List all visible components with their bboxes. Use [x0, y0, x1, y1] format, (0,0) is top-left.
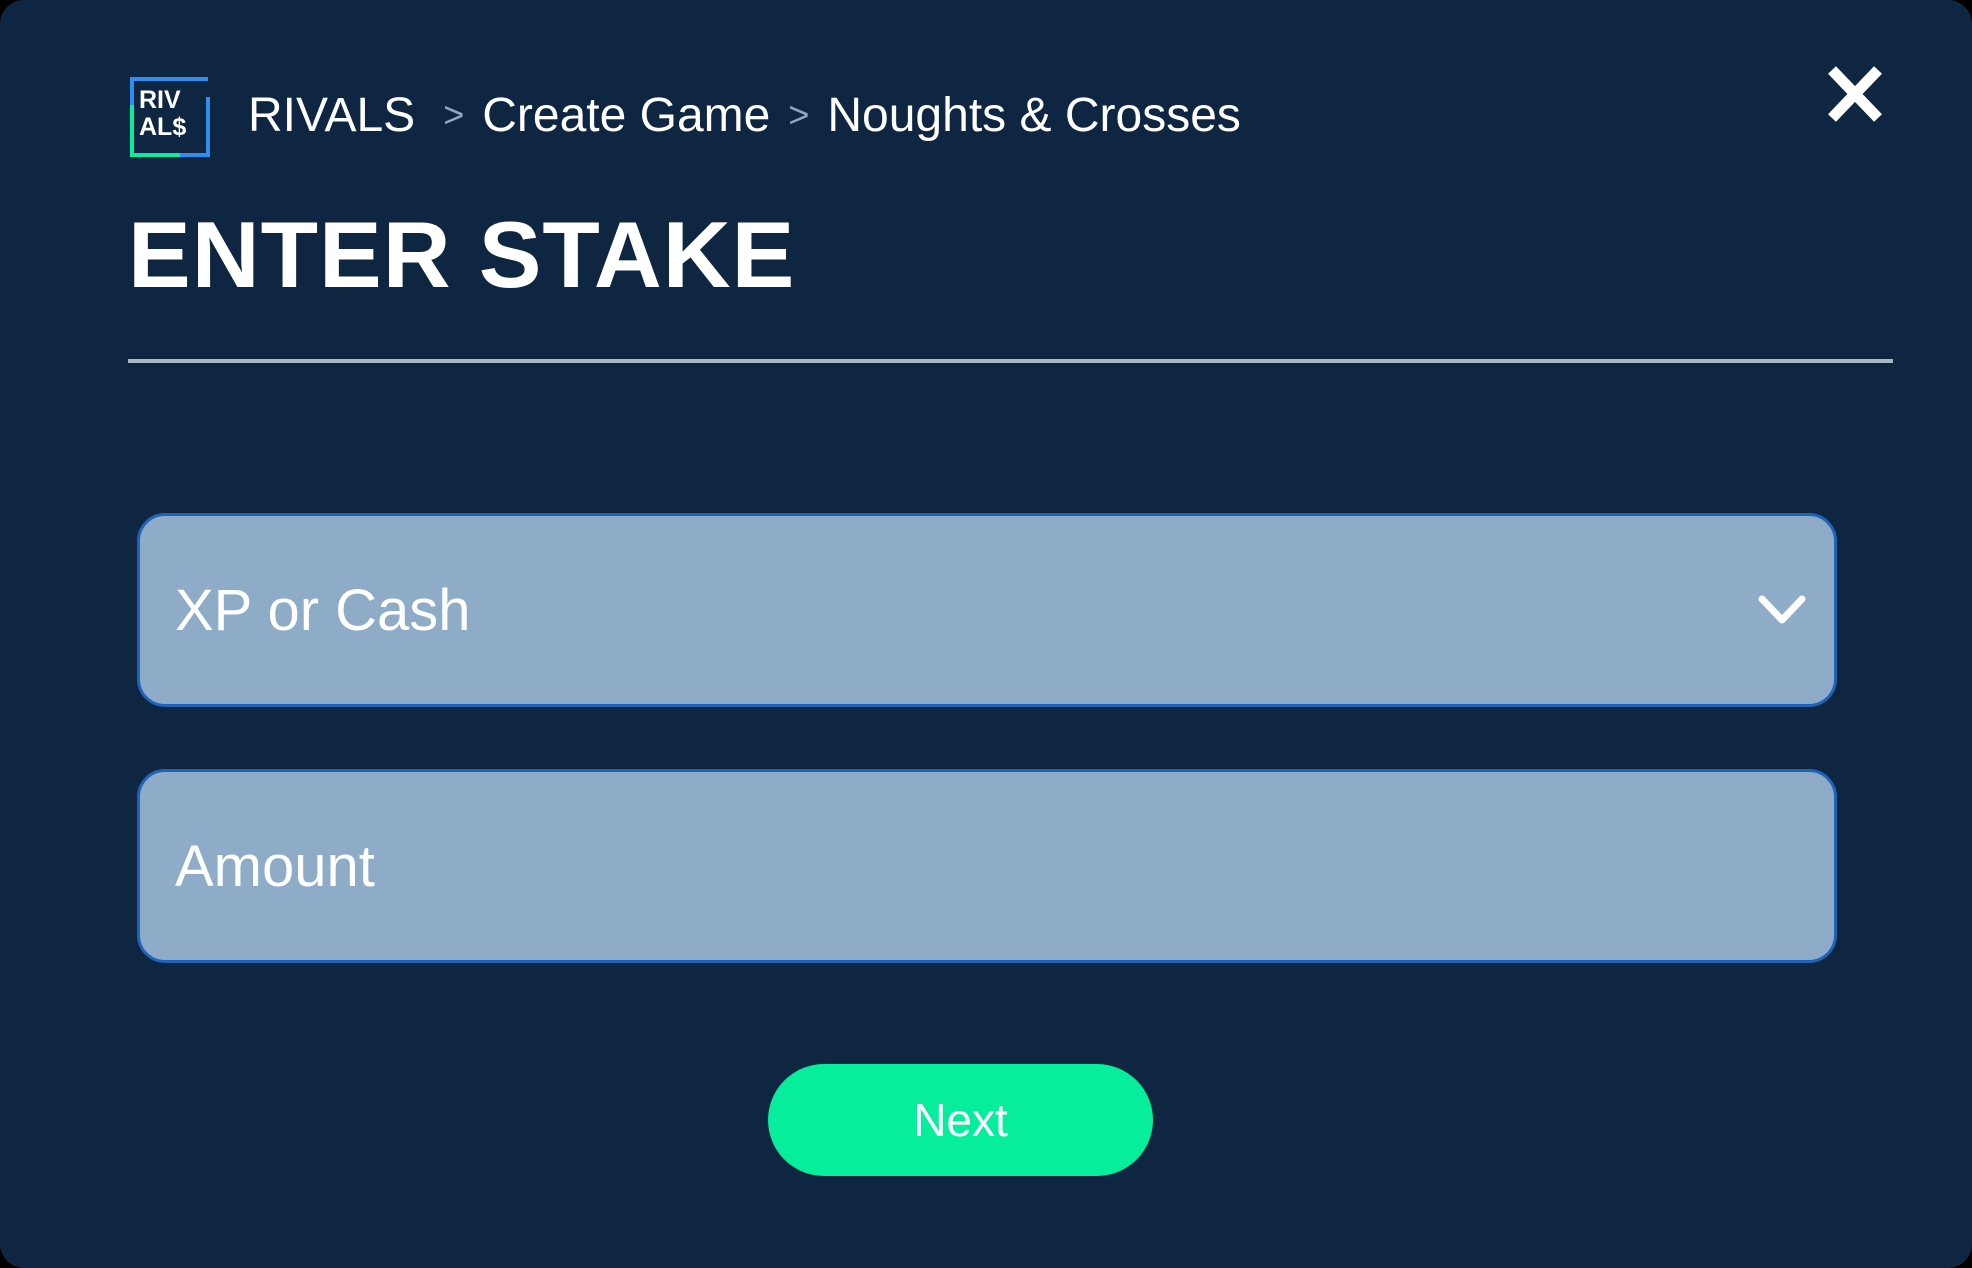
create-game-modal: RIV AL$ RIVALS > Create Game > Noughts &… [0, 0, 1972, 1268]
logo-line-2: AL$ [139, 113, 187, 141]
breadcrumb-item-noughts-crosses: Noughts & Crosses [827, 88, 1241, 142]
next-button[interactable]: Next [768, 1064, 1153, 1176]
rivals-logo: RIV AL$ [128, 75, 212, 159]
amount-field[interactable] [137, 769, 1837, 963]
chevron-down-icon [1758, 595, 1806, 624]
breadcrumb-separator: > [443, 94, 465, 135]
breadcrumb-item-create-game[interactable]: Create Game [482, 88, 770, 143]
breadcrumb: RIVALS > Create Game > Noughts & Crosses [248, 82, 1241, 148]
currency-select-placeholder: XP or Cash [175, 577, 471, 643]
currency-select[interactable]: XP or Cash [137, 513, 1837, 707]
logo-text: RIV AL$ [139, 87, 186, 141]
breadcrumb-item-rivals[interactable]: RIVALS [248, 88, 415, 143]
close-button[interactable] [1826, 64, 1884, 124]
header-divider [128, 359, 1893, 363]
close-icon [1828, 66, 1882, 122]
page-title: ENTER STAKE [128, 202, 796, 307]
amount-input[interactable] [172, 772, 1775, 960]
breadcrumb-separator: > [788, 94, 810, 135]
logo-line-1: RIV [139, 86, 181, 114]
